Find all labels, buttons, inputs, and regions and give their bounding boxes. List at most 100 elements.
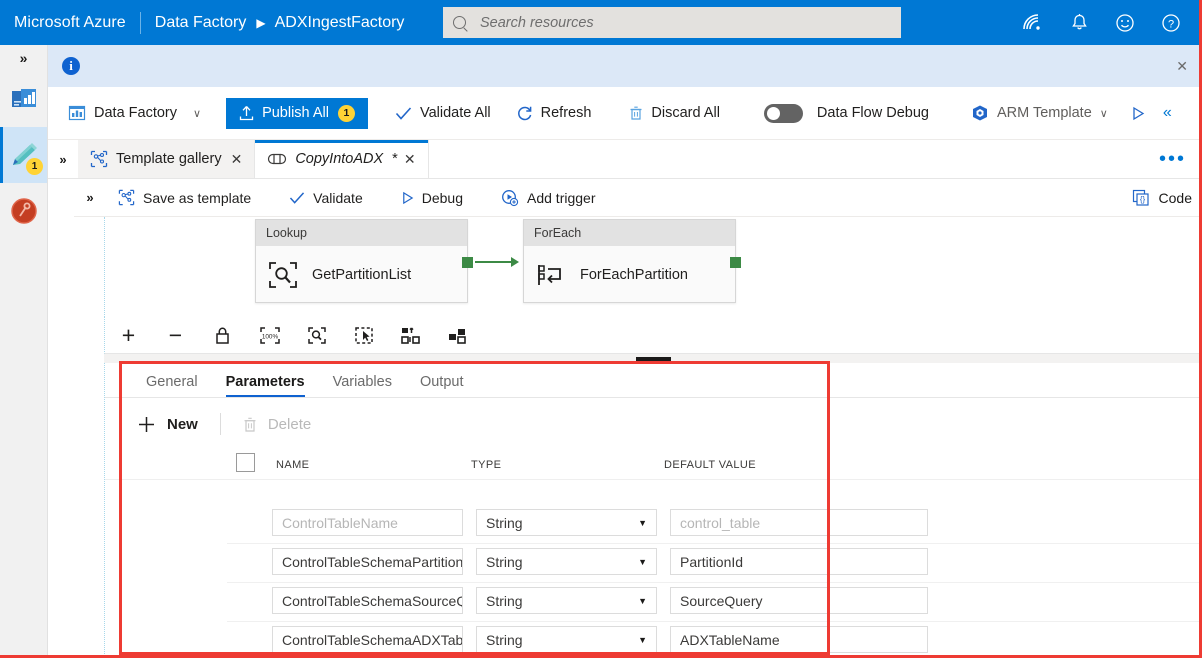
tab-output[interactable]: Output — [406, 374, 478, 397]
pipeline-toolbar: » Save as template Validate Debug Add tr… — [74, 179, 1202, 217]
checkmark-icon — [395, 106, 412, 120]
output-port[interactable] — [730, 257, 741, 268]
data-flow-debug-toggle[interactable]: Data Flow Debug — [751, 87, 942, 140]
refresh-icon — [517, 106, 531, 121]
search-input[interactable]: Search resources — [443, 7, 901, 38]
parameters-grid-header: NAME TYPE DEFAULT VALUE — [105, 450, 1202, 480]
tab-parameters[interactable]: Parameters — [212, 374, 319, 397]
table-row[interactable]: ControlTableSchemaSourceQ String ▼ Sourc… — [227, 583, 1202, 622]
debug-button[interactable]: Debug — [389, 179, 475, 217]
svg-text:{}: {} — [1139, 195, 1145, 204]
trash-icon — [244, 417, 256, 432]
zoom-out-button[interactable]: − — [152, 317, 199, 354]
arm-template-icon — [972, 105, 987, 121]
chevron-down-icon: ▼ — [638, 517, 647, 528]
cloud-shell-icon[interactable] — [1010, 0, 1056, 45]
checkmark-icon — [290, 191, 305, 204]
activity-type-label: Lookup — [256, 220, 467, 246]
save-as-template-label: Save as template — [143, 189, 252, 206]
data-factory-selector[interactable]: Data Factory ∨ — [48, 87, 214, 140]
parameter-default-value-input[interactable]: SourceQuery — [670, 587, 928, 614]
pipeline-canvas[interactable]: Lookup GetPartitionList ForEach ForEachP… — [104, 217, 1202, 317]
table-row[interactable]: ControlTableName String ▼ control_table — [227, 505, 1202, 544]
select-all-checkbox[interactable] — [236, 453, 255, 472]
svg-text:?: ? — [1168, 18, 1174, 30]
code-button[interactable]: {} Code — [1132, 189, 1202, 207]
feedback-smiley-icon[interactable] — [1102, 0, 1148, 45]
parameter-default-value-input[interactable]: PartitionId — [670, 548, 928, 575]
tab-template-gallery[interactable]: Template gallery ✕ — [78, 140, 256, 178]
delete-parameter-button[interactable]: Delete — [243, 416, 311, 433]
activity-layout-button[interactable] — [434, 317, 481, 354]
parameter-type-select[interactable]: String ▼ — [476, 626, 657, 653]
activity-node-foreach[interactable]: ForEach ForEachPartition — [523, 219, 741, 303]
tab-strip-expand-button[interactable]: » — [48, 140, 78, 178]
zoom-in-button[interactable]: + — [105, 317, 152, 354]
help-question-icon[interactable]: ? — [1148, 0, 1194, 45]
data-factory-label: Data Factory — [94, 105, 177, 121]
zoom-to-fit-button[interactable] — [293, 317, 340, 354]
tab-copy-into-adx[interactable]: CopyIntoADX * ✕ — [255, 140, 429, 178]
trash-icon — [630, 106, 642, 120]
splitter-grip[interactable] — [635, 356, 671, 361]
pipeline-expand-button[interactable]: » — [74, 190, 106, 205]
breadcrumb-resource[interactable]: ADXIngestFactory — [275, 14, 405, 32]
tab-overflow-menu[interactable]: ••• — [1159, 140, 1202, 178]
parameter-default-value-input[interactable]: control_table — [670, 509, 928, 536]
parameter-default-value-input[interactable]: ADXTableName — [670, 626, 928, 653]
data-flow-debug-label: Data Flow Debug — [816, 105, 929, 121]
rail-expand-button[interactable]: » — [0, 45, 47, 71]
new-parameter-button[interactable]: New — [137, 415, 198, 434]
chevron-down-icon: ▼ — [638, 595, 647, 606]
auto-align-button[interactable] — [387, 317, 434, 354]
azure-brand[interactable]: Microsoft Azure — [0, 14, 126, 32]
save-as-template-button[interactable]: Save as template — [106, 179, 263, 217]
validate-all-label: Validate All — [419, 105, 491, 121]
tab-label: CopyIntoADX — [295, 151, 384, 167]
parameter-name-input[interactable]: ControlTableSchemaADXTabl — [272, 626, 463, 653]
brand-divider — [139, 11, 141, 34]
select-mode-button[interactable] — [340, 317, 387, 354]
zoom-to-100-percent-button[interactable]: 100% — [246, 317, 293, 354]
info-bar-close-icon[interactable]: ✕ — [1176, 58, 1188, 75]
discard-all-button[interactable]: Discard All — [616, 87, 733, 140]
close-icon[interactable]: ✕ — [231, 151, 243, 168]
activity-node-lookup[interactable]: Lookup GetPartitionList — [255, 219, 473, 303]
tab-strip: » Template gallery ✕ CopyIntoADX * ✕ ••• — [48, 140, 1202, 179]
breadcrumb-service[interactable]: Data Factory — [155, 14, 247, 32]
refresh-button[interactable]: Refresh — [504, 87, 605, 140]
lock-canvas-button[interactable] — [199, 317, 246, 354]
parameter-name-input[interactable]: ControlTableSchemaPartition — [272, 548, 463, 575]
parameter-type-select[interactable]: String ▼ — [476, 548, 657, 575]
close-icon[interactable]: ✕ — [404, 151, 416, 168]
refresh-label: Refresh — [540, 105, 592, 121]
add-trigger-icon — [502, 189, 519, 206]
author-badge: 1 — [26, 158, 43, 175]
table-row[interactable]: ControlTableSchemaPartition String ▼ Par… — [227, 544, 1202, 583]
arm-template-menu[interactable]: ARM Template ∨ — [958, 87, 1121, 140]
parameter-name-input[interactable]: ControlTableSchemaSourceQ — [272, 587, 463, 614]
command-divider — [219, 413, 221, 435]
sidebar-item-manage[interactable] — [0, 183, 47, 239]
double-chevron-left-icon: « — [1162, 104, 1172, 121]
breadcrumb-arrow-icon: ▶ — [256, 15, 266, 30]
parameter-name-input[interactable]: ControlTableName — [272, 509, 463, 536]
toggle-switch[interactable] — [763, 103, 803, 123]
sidebar-item-monitor[interactable] — [0, 71, 47, 127]
panel-splitter[interactable] — [104, 354, 1202, 363]
add-trigger-button[interactable]: Add trigger — [489, 179, 607, 217]
parameter-type-select[interactable]: String ▼ — [476, 587, 657, 614]
collapse-toolbar-button[interactable]: « — [1155, 87, 1186, 140]
validate-button[interactable]: Validate — [277, 179, 375, 217]
validate-label: Validate — [313, 189, 363, 206]
output-port[interactable] — [462, 257, 473, 268]
tab-general[interactable]: General — [132, 374, 212, 397]
publish-all-button[interactable]: Publish All 1 — [226, 97, 368, 129]
validate-all-button[interactable]: Validate All — [382, 87, 504, 140]
notifications-bell-icon[interactable] — [1056, 0, 1102, 45]
run-button[interactable] — [1121, 87, 1155, 140]
sidebar-item-author[interactable]: 1 — [0, 127, 47, 183]
parameter-type-select[interactable]: String ▼ — [476, 509, 657, 536]
add-trigger-label: Add trigger — [527, 189, 596, 206]
tab-variables[interactable]: Variables — [319, 374, 406, 397]
